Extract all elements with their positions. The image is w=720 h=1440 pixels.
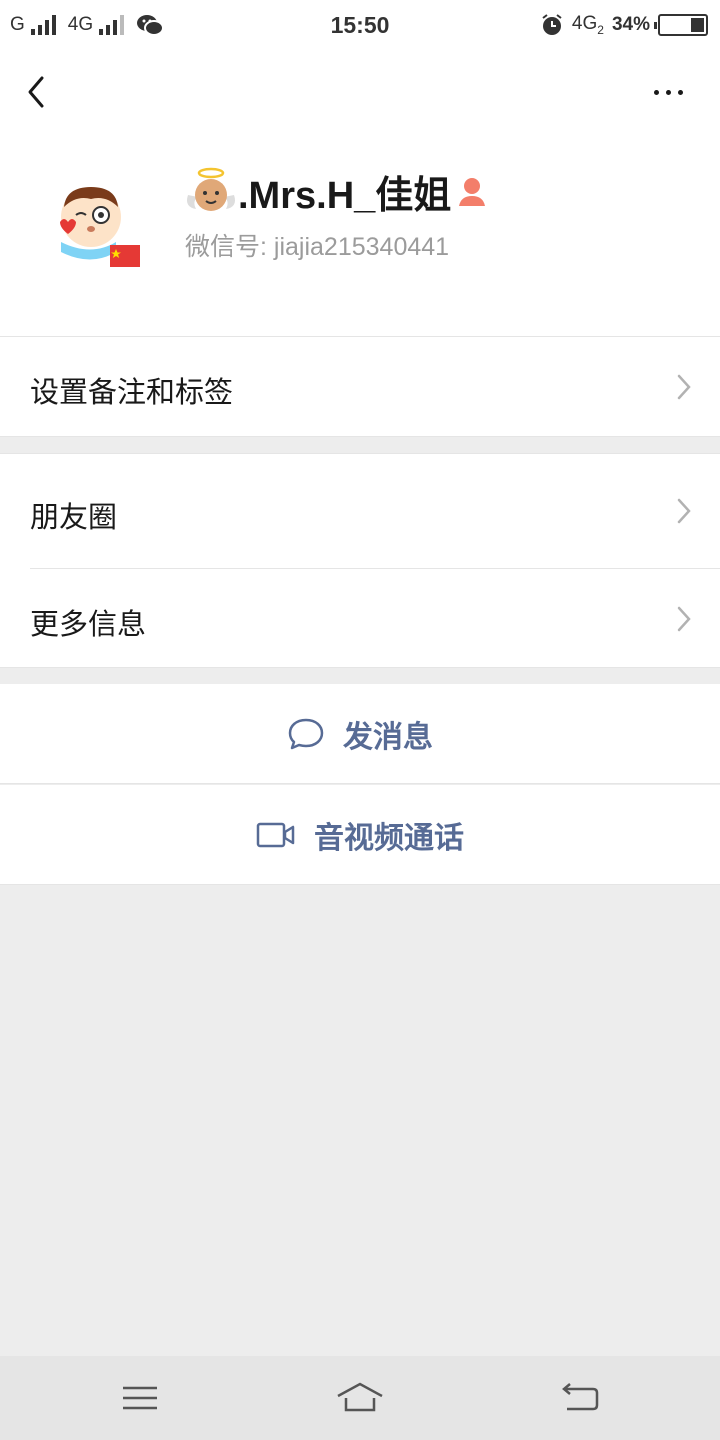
more-info-cell[interactable]: 更多信息	[0, 569, 720, 669]
name-row: .Mrs.H_佳姐	[184, 165, 489, 217]
remarks-tags-cell[interactable]: 设置备注和标签	[0, 337, 720, 437]
chevron-right-icon	[677, 498, 691, 524]
video-call-button[interactable]: 音视频通话	[0, 785, 720, 885]
info-group: 朋友圈 更多信息	[0, 453, 720, 668]
angel-emoji-icon	[187, 167, 235, 211]
system-navigation-bar	[0, 1356, 720, 1440]
contact-profile-screen: G 4G 15:50 4G2 34% .Mrs.H_佳姐 微信号: jiajia…	[0, 0, 720, 1440]
send-message-button[interactable]: 发消息	[0, 684, 720, 784]
wechat-id-value: jiajia215340441	[273, 233, 450, 261]
status-bar: G 4G 15:50 4G2 34%	[0, 0, 720, 50]
more-info-label: 更多信息	[30, 607, 147, 641]
avatar[interactable]	[46, 177, 146, 277]
video-camera-icon	[256, 822, 295, 847]
chevron-right-icon	[677, 606, 691, 632]
wechat-id-label: 微信号:	[185, 233, 267, 261]
network-label: 4G2	[571, 13, 604, 37]
wechat-id: 微信号: jiajia215340441	[185, 227, 449, 263]
more-dots-icon[interactable]	[654, 80, 694, 104]
send-message-label: 发消息	[343, 719, 433, 755]
menu-icon[interactable]	[115, 1376, 165, 1420]
alarm-icon	[542, 14, 562, 35]
chevron-left-icon[interactable]	[20, 72, 60, 112]
status-right: 4G2 34%	[540, 0, 708, 50]
back-icon[interactable]	[555, 1376, 605, 1420]
moments-cell[interactable]: 朋友圈	[0, 454, 720, 568]
female-icon	[459, 178, 486, 206]
navigation-bar	[0, 50, 720, 135]
profile-header: .Mrs.H_佳姐 微信号: jiajia215340441	[0, 135, 720, 337]
battery-icon	[654, 14, 708, 36]
battery-percent: 34%	[611, 14, 650, 35]
remarks-tags-label: 设置备注和标签	[30, 375, 234, 409]
chat-bubble-icon	[288, 718, 324, 749]
contact-name: .Mrs.H_佳姐	[238, 174, 452, 217]
moments-label: 朋友圈	[30, 500, 118, 534]
video-call-label: 音视频通话	[314, 820, 464, 856]
chevron-right-icon	[677, 374, 691, 400]
home-icon[interactable]	[335, 1376, 385, 1420]
